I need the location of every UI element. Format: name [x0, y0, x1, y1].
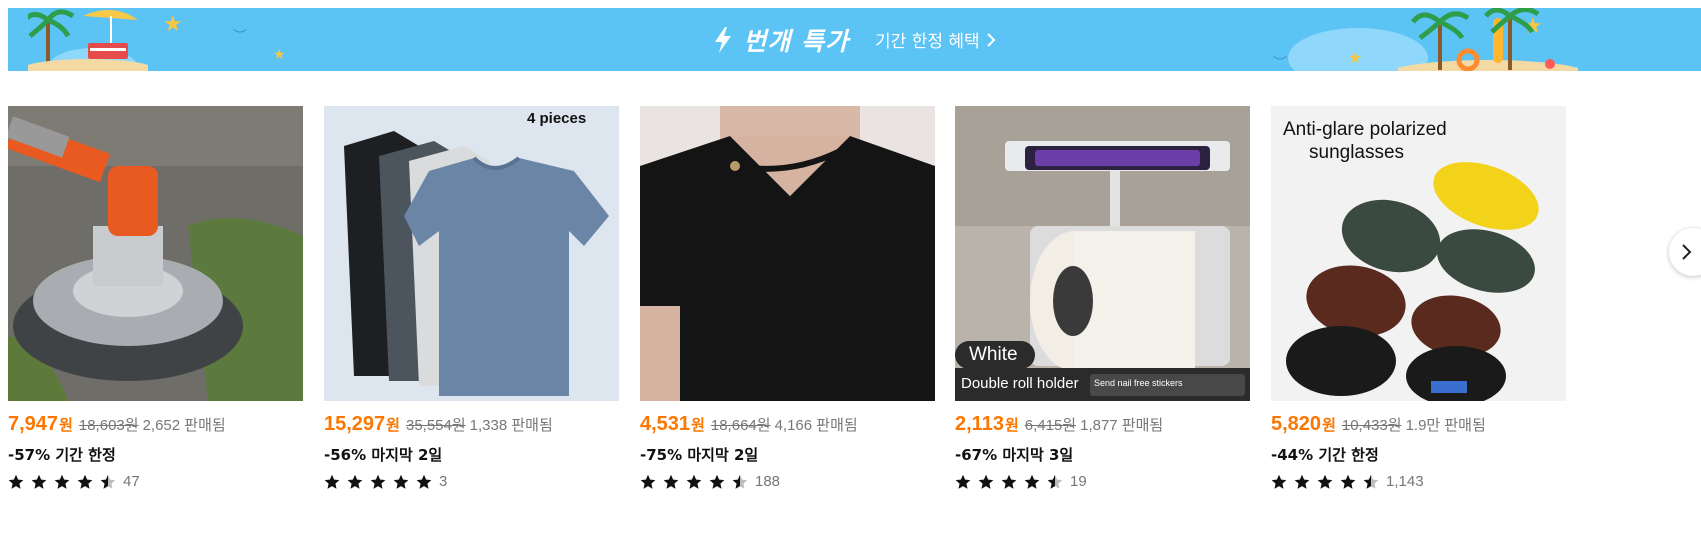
star-half-icon [100, 474, 116, 489]
star-full-icon [1024, 474, 1040, 489]
star-full-icon [54, 474, 70, 489]
chevron-right-icon [986, 32, 996, 47]
sale-price: 7,947 [8, 413, 59, 435]
image-caption: Double roll holder [961, 375, 1079, 392]
sold-count: 2,652 판매됨 [142, 417, 226, 434]
original-price: 35,554원 [405, 417, 466, 434]
product-image[interactable]: 4 pieces [324, 106, 619, 401]
price-row: 5,820 원 10,433원 1.9만 판매됨 [1271, 413, 1486, 436]
star-full-icon [370, 474, 386, 489]
star-full-icon [8, 474, 24, 489]
image-caption: White [969, 344, 1018, 365]
promo-label: -75% 마지막 2일 [640, 446, 759, 464]
star-full-icon [77, 474, 93, 489]
banner-center: 번개 특가 기간 한정 혜택 [8, 8, 1701, 71]
flash-sale-banner[interactable]: ★ ★ ★ ★ ︶ ︶ 번개 특가 기간 한정 혜택 [8, 8, 1701, 71]
star-full-icon [324, 474, 340, 489]
price-row: 4,531 원 18,664원 4,166 판매됨 [640, 413, 858, 436]
star-full-icon [1001, 474, 1017, 489]
star-full-icon [1271, 474, 1287, 489]
currency-unit: 원 [1322, 416, 1336, 434]
star-rating: 47 [8, 473, 140, 490]
star-full-icon [393, 474, 409, 489]
sold-count: 4,166 판매됨 [774, 417, 858, 434]
original-price: 18,664원 [710, 417, 771, 434]
review-count: 47 [123, 473, 140, 490]
review-count: 1,143 [1386, 473, 1424, 490]
star-half-icon [732, 474, 748, 489]
star-full-icon [1294, 474, 1310, 489]
promo-label: -67% 마지막 3일 [955, 446, 1074, 464]
sale-price: 5,820 [1271, 413, 1322, 435]
star-full-icon [686, 474, 702, 489]
star-full-icon [31, 474, 47, 489]
product-image[interactable] [640, 106, 935, 401]
image-caption: sunglasses [1309, 142, 1405, 163]
chevron-right-icon [1682, 244, 1692, 260]
star-full-icon [1317, 474, 1333, 489]
currency-unit: 원 [1004, 416, 1019, 434]
star-half-icon [1363, 474, 1379, 489]
sale-price: 4,531 [640, 413, 691, 435]
lightning-bolt-icon [715, 26, 732, 53]
banner-subtitle: 기간 한정 혜택 [875, 32, 980, 52]
banner-title: 번개 특가 [743, 26, 850, 56]
product-image[interactable] [8, 106, 303, 401]
star-full-icon [663, 474, 679, 489]
sale-price: 2,113 [955, 413, 1004, 435]
original-price: 10,433원 [1341, 417, 1402, 434]
image-caption: Send nail free stickers [1094, 378, 1183, 388]
star-half-icon [1047, 474, 1063, 489]
review-count: 19 [1070, 473, 1087, 490]
product-image[interactable]: White Double roll holder Send nail free … [955, 106, 1250, 401]
star-full-icon [709, 474, 725, 489]
currency-unit: 원 [691, 416, 705, 434]
star-full-icon [955, 474, 971, 489]
image-caption: Anti-glare polarized [1283, 119, 1447, 140]
product-card[interactable]: 4 pieces 15,297 원 35,554원 1,338 판매됨 -56% … [324, 106, 619, 506]
review-count: 188 [755, 473, 781, 490]
star-full-icon [416, 474, 432, 489]
original-price: 18,603원 [78, 417, 139, 434]
star-rating: 188 [640, 473, 780, 490]
sold-count: 1.9만 판매됨 [1405, 417, 1486, 434]
star-full-icon [347, 474, 363, 489]
promo-label: -56% 마지막 2일 [324, 446, 443, 464]
sold-count: 1,338 판매됨 [469, 417, 553, 434]
star-rating: 1,143 [1271, 473, 1424, 490]
promo-label: -57% 기간 한정 [8, 446, 116, 464]
product-card[interactable]: Anti-glare polarized sunglasses 5,820 원 1… [1271, 106, 1566, 506]
price-row: 15,297 원 35,554원 1,338 판매됨 [324, 413, 553, 436]
image-caption: 4 pieces [527, 110, 587, 127]
star-full-icon [978, 474, 994, 489]
star-rating: 19 [955, 473, 1087, 490]
star-rating: 3 [324, 473, 447, 490]
product-carousel: 7,947 원 18,603원 2,652 판매됨 -57% 기간 한정 47 4… [8, 106, 1701, 556]
original-price: 6,415원 [1024, 417, 1077, 434]
product-card[interactable]: White Double roll holder Send nail free … [955, 106, 1250, 506]
price-row: 2,113 원 6,415원 1,877 판매됨 [955, 413, 1163, 436]
price-row: 7,947 원 18,603원 2,652 판매됨 [8, 413, 226, 436]
star-full-icon [640, 474, 656, 489]
promo-label: -44% 기간 한정 [1271, 446, 1379, 464]
review-count: 3 [439, 473, 448, 490]
sale-price: 15,297 [324, 413, 386, 435]
star-full-icon [1340, 474, 1356, 489]
product-card[interactable]: 4,531 원 18,664원 4,166 판매됨 -75% 마지막 2일 188 [640, 106, 935, 506]
sold-count: 1,877 판매됨 [1080, 417, 1164, 434]
currency-unit: 원 [59, 416, 73, 434]
product-card[interactable]: 7,947 원 18,603원 2,652 판매됨 -57% 기간 한정 47 [8, 106, 303, 506]
product-image[interactable]: Anti-glare polarized sunglasses [1271, 106, 1566, 401]
currency-unit: 원 [386, 416, 400, 434]
banner-subtitle-link[interactable]: 기간 한정 혜택 [875, 27, 996, 52]
